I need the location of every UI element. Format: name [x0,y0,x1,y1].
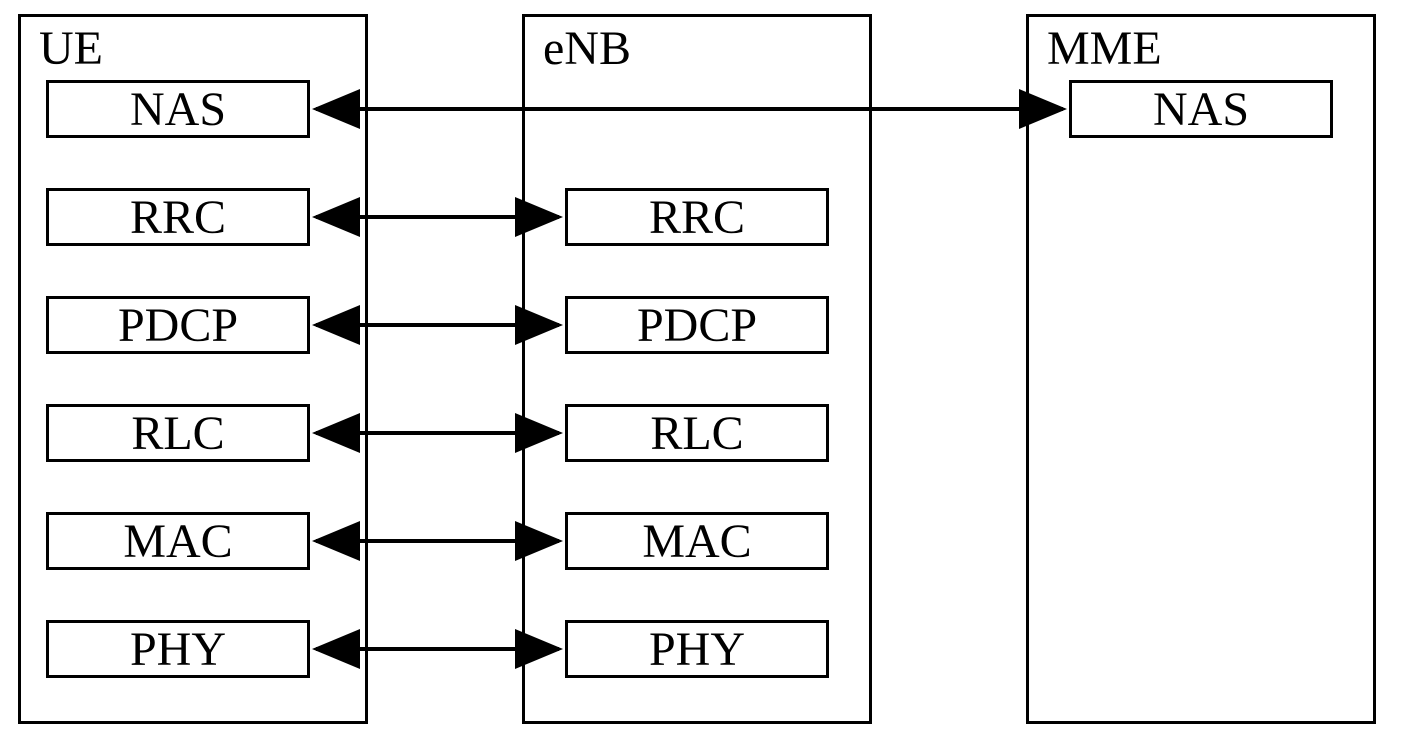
column-enb-title: eNB [543,23,631,76]
enb-layer-phy: PHY [565,620,829,678]
ue-layer-nas: NAS [46,80,310,138]
column-enb: eNB [522,14,872,724]
enb-layer-pdcp: PDCP [565,296,829,354]
enb-layer-rrc: RRC [565,188,829,246]
column-ue-title: UE [39,23,103,76]
column-mme-title: MME [1047,23,1162,76]
ue-layer-rrc: RRC [46,188,310,246]
ue-layer-pdcp: PDCP [46,296,310,354]
enb-layer-rlc: RLC [565,404,829,462]
enb-layer-mac: MAC [565,512,829,570]
diagram-canvas: UE eNB MME NAS RRC PDCP RLC MAC PHY RRC … [0,0,1402,739]
ue-layer-phy: PHY [46,620,310,678]
ue-layer-rlc: RLC [46,404,310,462]
ue-layer-mac: MAC [46,512,310,570]
mme-layer-nas: NAS [1069,80,1333,138]
